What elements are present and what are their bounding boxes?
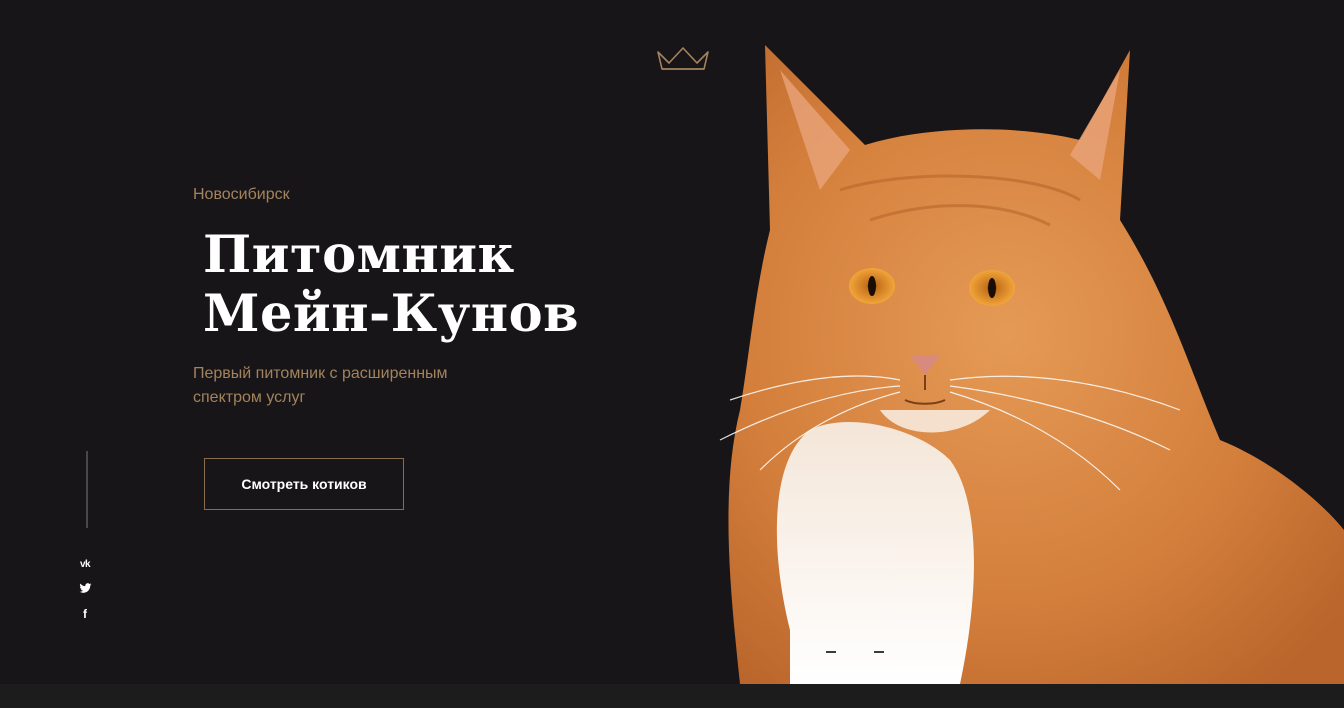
slider-dot[interactable] — [874, 651, 884, 653]
maine-coon-cat-image — [719, 45, 1344, 684]
title-line-2: Мейн-Кунов — [203, 284, 580, 344]
vk-icon[interactable]: vk — [74, 556, 96, 572]
title-line-1: Питомник — [203, 225, 515, 285]
bottom-strip — [0, 684, 1344, 708]
vertical-divider — [86, 451, 88, 528]
view-cats-button[interactable]: Смотреть котиков — [204, 458, 404, 510]
page-title: Питомник Мейн-Кунов — [203, 226, 579, 344]
facebook-icon[interactable]: f — [74, 606, 96, 622]
slider-indicators — [826, 651, 884, 653]
twitter-icon[interactable] — [74, 580, 96, 596]
slider-dot[interactable] — [826, 651, 836, 653]
hero-subtitle: Первый питомник с расширенным спектром у… — [193, 365, 448, 406]
hero-section: Новосибирск Питомник Мейн-Кунов Первый п… — [0, 0, 1344, 684]
city-label: Новосибирск — [193, 186, 290, 203]
